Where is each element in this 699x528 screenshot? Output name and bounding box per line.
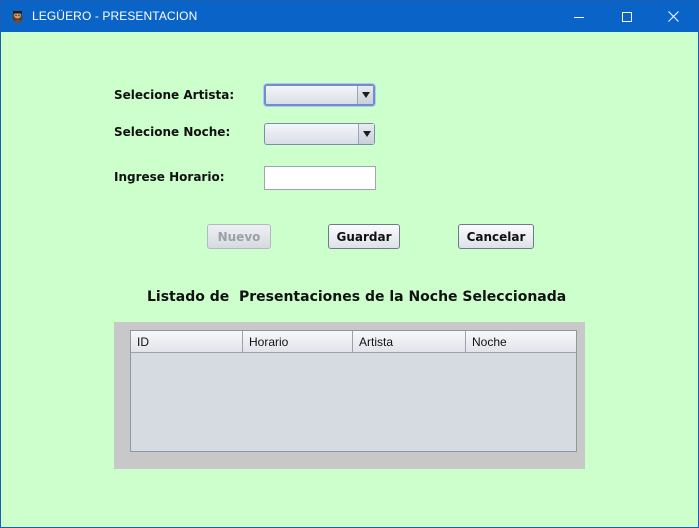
- artista-label: Selecione Artista:: [114, 88, 235, 102]
- maximize-icon: [622, 11, 632, 22]
- chevron-down-icon: [362, 131, 371, 137]
- horario-label: Ingrese Horario:: [114, 170, 225, 184]
- listado-title: Listado de Presentaciones de la Noche Se…: [147, 289, 567, 305]
- horario-input[interactable]: [264, 166, 376, 190]
- title-bar[interactable]: LEGÜERO - PRESENTACION: [1, 1, 698, 32]
- minimize-icon: [574, 16, 584, 18]
- noche-label: Selecione Noche:: [114, 125, 231, 139]
- guardar-button[interactable]: Guardar: [328, 224, 400, 249]
- artista-combobox[interactable]: [264, 84, 375, 106]
- cancelar-button[interactable]: Cancelar: [458, 224, 534, 249]
- column-header-horario[interactable]: Horario: [243, 331, 353, 352]
- app-icon: [10, 9, 25, 24]
- nuevo-button[interactable]: Nuevo: [207, 224, 271, 249]
- column-header-artista[interactable]: Artista: [353, 331, 466, 352]
- close-button[interactable]: [650, 1, 696, 32]
- chevron-down-icon: [361, 92, 370, 98]
- noche-dropdown-arrow[interactable]: [358, 124, 374, 144]
- table-header: ID Horario Artista Noche: [131, 331, 576, 353]
- column-header-id[interactable]: ID: [131, 331, 243, 352]
- close-icon: [667, 11, 679, 22]
- maximize-button[interactable]: [604, 1, 650, 32]
- presentaciones-table[interactable]: ID Horario Artista Noche: [130, 330, 577, 452]
- table-body[interactable]: [131, 353, 576, 451]
- noche-combobox[interactable]: [264, 123, 375, 145]
- minimize-button[interactable]: [556, 1, 602, 32]
- column-header-noche[interactable]: Noche: [466, 331, 576, 352]
- main-window: LEGÜERO - PRESENTACION Selecione Artista…: [0, 0, 699, 528]
- artista-dropdown-arrow[interactable]: [357, 86, 373, 104]
- table-scroll-panel: ID Horario Artista Noche: [114, 322, 585, 469]
- window-title: LEGÜERO - PRESENTACION: [32, 9, 198, 23]
